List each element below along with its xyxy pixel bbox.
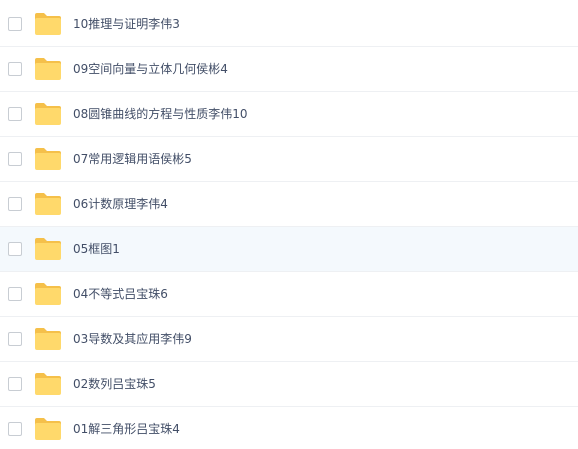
file-name[interactable]: 08圆锥曲线的方程与性质李伟10	[73, 92, 248, 136]
row-checkbox[interactable]	[8, 287, 22, 301]
file-name[interactable]: 01解三角形吕宝珠4	[73, 407, 180, 449]
file-row[interactable]: 09空间向量与立体几何侯彬4	[0, 47, 578, 92]
file-name[interactable]: 02数列吕宝珠5	[73, 362, 156, 406]
folder-icon	[34, 417, 62, 441]
file-row[interactable]: 02数列吕宝珠5	[0, 362, 578, 407]
file-row[interactable]: 07常用逻辑用语侯彬5	[0, 137, 578, 182]
file-name[interactable]: 04不等式吕宝珠6	[73, 272, 168, 316]
folder-icon	[34, 57, 62, 81]
folder-icon	[34, 12, 62, 36]
file-name[interactable]: 05框图1	[73, 227, 120, 271]
row-checkbox[interactable]	[8, 17, 22, 31]
file-name[interactable]: 03导数及其应用李伟9	[73, 317, 192, 361]
folder-icon	[34, 102, 62, 126]
file-name[interactable]: 07常用逻辑用语侯彬5	[73, 137, 192, 181]
file-row[interactable]: 03导数及其应用李伟9	[0, 317, 578, 362]
row-checkbox[interactable]	[8, 332, 22, 346]
row-checkbox[interactable]	[8, 107, 22, 121]
file-row[interactable]: 04不等式吕宝珠6	[0, 272, 578, 317]
row-checkbox[interactable]	[8, 197, 22, 211]
file-row[interactable]: 08圆锥曲线的方程与性质李伟10	[0, 92, 578, 137]
folder-icon	[34, 372, 62, 396]
file-list: 10推理与证明李伟3 09空间向量与立体几何侯彬4 08圆锥曲线的方程与性质李伟…	[0, 0, 578, 449]
file-row[interactable]: 10推理与证明李伟3	[0, 2, 578, 47]
file-row[interactable]: 05框图1	[0, 227, 578, 272]
folder-icon	[34, 282, 62, 306]
row-checkbox[interactable]	[8, 377, 22, 391]
folder-icon	[34, 327, 62, 351]
row-checkbox[interactable]	[8, 152, 22, 166]
folder-icon	[34, 192, 62, 216]
folder-icon	[34, 147, 62, 171]
file-name[interactable]: 09空间向量与立体几何侯彬4	[73, 47, 228, 91]
file-row[interactable]: 01解三角形吕宝珠4	[0, 407, 578, 449]
row-checkbox[interactable]	[8, 422, 22, 436]
file-row[interactable]: 06计数原理李伟4	[0, 182, 578, 227]
file-name[interactable]: 10推理与证明李伟3	[73, 2, 180, 46]
folder-icon	[34, 237, 62, 261]
row-checkbox[interactable]	[8, 62, 22, 76]
row-checkbox[interactable]	[8, 242, 22, 256]
file-name[interactable]: 06计数原理李伟4	[73, 182, 168, 226]
